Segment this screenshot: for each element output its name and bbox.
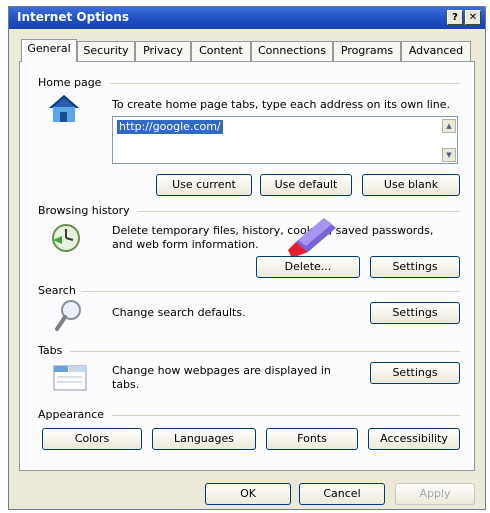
tab-connections[interactable]: Connections xyxy=(251,41,333,61)
languages-button[interactable]: Languages xyxy=(152,428,256,450)
scroll-up-icon[interactable]: ▲ xyxy=(442,119,456,133)
tab-programs[interactable]: Programs xyxy=(333,41,401,61)
home-page-url-text[interactable]: http://google.com/ xyxy=(117,120,223,134)
fonts-button[interactable]: Fonts xyxy=(266,428,358,450)
appearance-heading: Appearance xyxy=(38,408,105,421)
tab-security[interactable]: Security xyxy=(77,41,135,61)
tabs-settings-button[interactable]: Settings xyxy=(370,362,460,384)
search-settings-button[interactable]: Settings xyxy=(370,302,460,324)
home-page-heading: Home page xyxy=(38,76,102,89)
house-icon xyxy=(49,95,79,122)
browsing-history-divider xyxy=(138,211,460,212)
help-button[interactable]: ? xyxy=(447,10,463,25)
browsing-history-line1: Delete temporary files, history, cookies… xyxy=(112,224,434,237)
tab-advanced[interactable]: Advanced xyxy=(401,41,471,61)
cancel-button[interactable]: Cancel xyxy=(299,483,385,505)
window-title: Internet Options xyxy=(17,10,129,24)
tab-content[interactable]: Content xyxy=(191,41,251,61)
use-blank-button[interactable]: Use blank xyxy=(362,174,460,196)
search-heading: Search xyxy=(38,284,76,297)
history-clock-icon xyxy=(52,224,80,252)
use-current-button[interactable]: Use current xyxy=(156,174,252,196)
search-divider xyxy=(82,291,460,292)
tabs-window-icon xyxy=(53,365,87,391)
ok-button[interactable]: OK xyxy=(205,483,291,505)
tab-privacy[interactable]: Privacy xyxy=(135,41,191,61)
close-button[interactable]: ✕ xyxy=(465,10,481,25)
browsing-history-line2: and web form information. xyxy=(112,238,259,251)
internet-options-window: Internet Options ? ✕ General Security Pr… xyxy=(8,6,486,510)
history-settings-button[interactable]: Settings xyxy=(370,256,460,278)
home-page-url-field[interactable]: http://google.com/ ▲ ▼ xyxy=(112,116,458,164)
title-bar[interactable]: Internet Options ? ✕ xyxy=(9,7,485,29)
home-page-divider xyxy=(110,83,460,84)
delete-history-button[interactable]: Delete... xyxy=(256,256,360,278)
apply-button[interactable]: Apply xyxy=(395,483,475,505)
tabs-description-line1: Change how webpages are displayed in xyxy=(112,364,331,377)
magnifier-icon xyxy=(55,300,81,331)
home-page-description: To create home page tabs, type each addr… xyxy=(112,98,451,111)
tab-general[interactable]: General xyxy=(21,39,77,62)
search-description: Change search defaults. xyxy=(112,306,246,319)
cursor-pointer-icon xyxy=(288,218,336,258)
general-tab-panel: Home page To create home page tabs, type… xyxy=(19,61,475,471)
tabs-divider xyxy=(70,351,460,352)
tabs-description-line2: tabs. xyxy=(112,378,140,391)
tabs-heading: Tabs xyxy=(38,344,63,357)
colors-button[interactable]: Colors xyxy=(42,428,142,450)
browsing-history-heading: Browsing history xyxy=(38,204,130,217)
use-default-button[interactable]: Use default xyxy=(260,174,352,196)
scroll-down-icon[interactable]: ▼ xyxy=(442,148,456,162)
appearance-divider xyxy=(112,415,460,416)
accessibility-button[interactable]: Accessibility xyxy=(368,428,460,450)
